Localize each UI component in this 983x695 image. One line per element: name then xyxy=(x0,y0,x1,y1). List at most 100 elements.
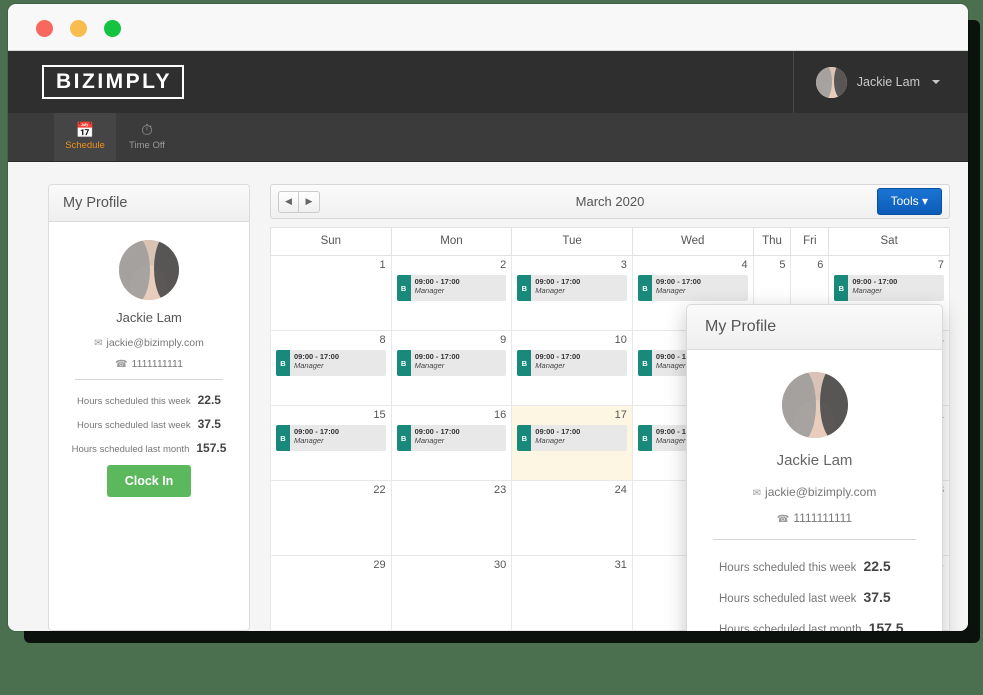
stat-value: 37.5 xyxy=(197,417,221,431)
calendar-day-cell[interactable]: 22 xyxy=(270,480,392,556)
calendar-day-cell[interactable]: 17 B 09:00 - 17:00 Manager xyxy=(511,405,633,481)
stat-label: Hours scheduled last week xyxy=(719,593,857,605)
calendar-title: March 2020 xyxy=(575,194,645,209)
tab-schedule-label: Schedule xyxy=(65,140,105,151)
stat-label: Hours scheduled last month xyxy=(71,444,190,455)
shift-block[interactable]: B 09:00 - 17:00 Manager xyxy=(396,425,507,451)
calendar-weekday-header: Sat xyxy=(828,227,950,256)
tools-button-label: Tools xyxy=(890,194,919,208)
avatar xyxy=(781,372,848,438)
shift-badge: B xyxy=(637,350,652,376)
shift-role: Manager xyxy=(852,285,882,295)
shift-role: Manager xyxy=(414,285,445,295)
shift-block[interactable]: B 09:00 - 17:00 Manager xyxy=(517,425,627,451)
stat-value: 22.5 xyxy=(863,558,891,574)
clock-in-button[interactable]: Clock In xyxy=(107,465,191,497)
shift-role: Manager xyxy=(414,435,445,445)
next-month-button[interactable]: ▶ xyxy=(299,190,320,213)
shift-details: 09:00 - 17:00 Manager xyxy=(411,350,460,376)
calendar-day-number: 5 xyxy=(779,259,786,271)
user-menu[interactable]: Jackie Lam xyxy=(792,51,940,113)
calendar-weekday-header: Sun xyxy=(270,227,392,256)
stat-label: Hours scheduled this week xyxy=(719,562,857,574)
envelope-icon: ✉ xyxy=(94,338,103,349)
stat-value: 157.5 xyxy=(868,620,904,631)
window-controls xyxy=(36,20,121,37)
stat-row: Hours scheduled last week 37.5 xyxy=(705,589,924,605)
stat-row: Hours scheduled this week 22.5 xyxy=(705,558,924,574)
calendar-day-cell[interactable]: 3 B 09:00 - 17:00 Manager xyxy=(511,255,633,331)
shift-badge: B xyxy=(517,350,532,376)
envelope-icon: ✉ xyxy=(752,488,762,499)
tab-time-off-label: Time Off xyxy=(129,140,165,151)
stat-row: Hours scheduled this week 22.5 xyxy=(65,393,233,407)
close-window-button[interactable] xyxy=(36,20,53,37)
shift-badge: B xyxy=(834,275,849,301)
calendar-day-cell[interactable]: 31 xyxy=(511,555,633,631)
calendar-day-number: 16 xyxy=(494,409,507,421)
calendar-day-cell[interactable]: 9 B 09:00 - 17:00 Manager xyxy=(390,330,513,406)
calendar-day-cell[interactable]: 16 B 09:00 - 17:00 Manager xyxy=(390,405,513,481)
shift-block[interactable]: B 09:00 - 17:00 Manager xyxy=(834,275,944,301)
tab-schedule[interactable]: 📅 Schedule xyxy=(54,113,116,161)
profile-email: jackie@bizimply.com xyxy=(106,337,204,349)
calendar-day-cell[interactable]: 29 xyxy=(270,555,392,631)
calendar-day-number: 10 xyxy=(614,334,627,346)
calendar-weekday-header: Wed xyxy=(631,227,754,256)
calendar-day-number: 6 xyxy=(817,259,824,271)
stat-row: Hours scheduled last month 157.5 xyxy=(705,620,924,631)
divider xyxy=(713,539,916,540)
calendar-day-cell[interactable]: 8 B 09:00 - 17:00 Manager xyxy=(270,330,392,406)
calendar-weekday-header: Fri xyxy=(790,227,830,256)
prev-month-button[interactable]: ◀ xyxy=(278,190,299,213)
calendar-day-number: 4 xyxy=(741,259,748,271)
calendar-day-cell[interactable]: 23 xyxy=(390,480,513,556)
shift-details: 09:00 - 17:00 Manager xyxy=(411,425,460,451)
shift-role: Manager xyxy=(414,360,445,370)
shift-role: Manager xyxy=(655,285,686,295)
maximize-window-button[interactable] xyxy=(104,20,121,37)
shift-block[interactable]: B 09:00 - 17:00 Manager xyxy=(276,350,386,376)
calendar-day-number: 7 xyxy=(937,259,944,271)
shift-details: 09:00 - 17:00 Manager xyxy=(290,350,339,376)
stat-row: Hours scheduled last month 157.5 xyxy=(65,441,233,455)
profile-email-row: ✉ jackie@bizimply.com xyxy=(65,337,233,349)
clock-icon: ⏱ xyxy=(141,122,153,139)
shift-block[interactable]: B 09:00 - 17:00 Manager xyxy=(396,275,507,301)
stat-value: 37.5 xyxy=(863,589,891,605)
shift-block[interactable]: B 09:00 - 17:00 Manager xyxy=(517,350,627,376)
shift-block[interactable]: B 09:00 - 17:00 Manager xyxy=(396,350,507,376)
shift-badge: B xyxy=(396,350,411,376)
calendar-day-cell[interactable]: 1 xyxy=(270,255,392,331)
calendar-day-number: 22 xyxy=(373,484,386,496)
shift-block[interactable]: B 09:00 - 17:00 Manager xyxy=(637,275,748,301)
calendar-day-number: 9 xyxy=(500,334,507,346)
profile-card: My Profile Jackie Lam ✉ jackie@bizimply.c… xyxy=(48,184,250,631)
stat-label: Hours scheduled last month xyxy=(719,624,862,631)
shift-block[interactable]: B 09:00 - 17:00 Manager xyxy=(517,275,627,301)
tools-button[interactable]: Tools ▾ xyxy=(876,188,942,215)
minimize-window-button[interactable] xyxy=(70,20,87,37)
bizimply-logo[interactable]: BIZIMPLY xyxy=(42,65,185,99)
chevron-down-icon: ▾ xyxy=(921,194,928,208)
avatar xyxy=(815,66,847,98)
tab-time-off[interactable]: ⏱ Time Off xyxy=(116,113,178,161)
calendar-day-cell[interactable]: 30 xyxy=(390,555,513,631)
shift-details: 09:00 - 17:00 Manager xyxy=(531,425,580,451)
stat-label: Hours scheduled last week xyxy=(77,420,191,431)
shift-details: 09:00 - 17:00 Manager xyxy=(848,275,897,301)
popup-phone: 1111111111 xyxy=(793,511,853,525)
calendar-day-cell[interactable]: 15 B 09:00 - 17:00 Manager xyxy=(270,405,392,481)
popup-title: My Profile xyxy=(687,305,942,350)
profile-phone-row: ☎ 1111111111 xyxy=(65,358,233,370)
user-menu-label: Jackie Lam xyxy=(856,75,920,89)
calendar-day-cell[interactable]: 2 B 09:00 - 17:00 Manager xyxy=(390,255,513,331)
calendar-day-cell[interactable]: 10 B 09:00 - 17:00 Manager xyxy=(511,330,633,406)
calendar-day-cell[interactable]: 24 xyxy=(511,480,633,556)
shift-block[interactable]: B 09:00 - 17:00 Manager xyxy=(276,425,386,451)
shift-details: 09:00 - 17:00 Manager xyxy=(411,275,460,301)
shift-role: Manager xyxy=(535,435,565,445)
calendar-day-number: 24 xyxy=(614,484,627,496)
shift-badge: B xyxy=(637,425,652,451)
calendar-day-number: 8 xyxy=(379,334,386,346)
